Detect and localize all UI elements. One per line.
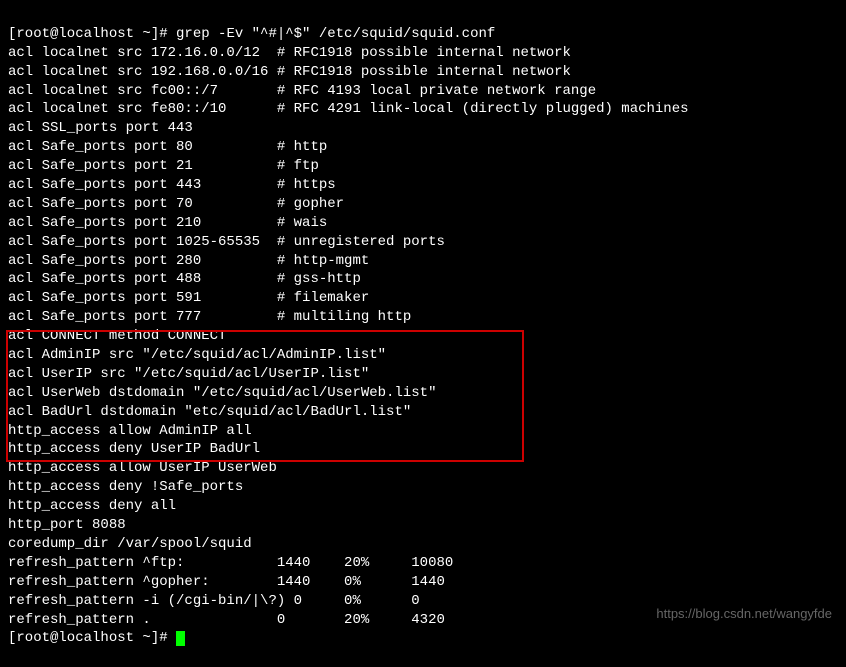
- output-line: acl UserIP src "/etc/squid/acl/UserIP.li…: [8, 365, 838, 384]
- output-line: acl Safe_ports port 280 # http-mgmt: [8, 252, 838, 271]
- command-line: [root@localhost ~]# grep -Ev "^#|^$" /et…: [8, 25, 838, 44]
- output-line: refresh_pattern ^gopher: 1440 0% 1440: [8, 573, 838, 592]
- output-line: acl Safe_ports port 70 # gopher: [8, 195, 838, 214]
- output-line: acl Safe_ports port 210 # wais: [8, 214, 838, 233]
- output-line: http_access allow AdminIP all: [8, 422, 838, 441]
- output-line: acl localnet src 192.168.0.0/16 # RFC191…: [8, 63, 838, 82]
- output-line: http_access deny all: [8, 497, 838, 516]
- output-line: acl localnet src 172.16.0.0/12 # RFC1918…: [8, 44, 838, 63]
- shell-prompt: [root@localhost ~]#: [8, 26, 176, 42]
- output-line: acl BadUrl dstdomain "etc/squid/acl/BadU…: [8, 403, 838, 422]
- output-line: acl Safe_ports port 488 # gss-http: [8, 270, 838, 289]
- output-line: acl Safe_ports port 21 # ftp: [8, 157, 838, 176]
- output-line: acl CONNECT method CONNECT: [8, 327, 838, 346]
- output-line: acl localnet src fc00::/7 # RFC 4193 loc…: [8, 82, 838, 101]
- shell-prompt: [root@localhost ~]#: [8, 630, 176, 646]
- output-line: http_access deny !Safe_ports: [8, 478, 838, 497]
- entered-command: grep -Ev "^#|^$" /etc/squid/squid.conf: [176, 26, 495, 42]
- output-line: http_port 8088: [8, 516, 838, 535]
- output-line: acl Safe_ports port 443 # https: [8, 176, 838, 195]
- cursor-icon: [176, 631, 185, 646]
- output-line: acl localnet src fe80::/10 # RFC 4291 li…: [8, 100, 838, 119]
- output-line: acl Safe_ports port 777 # multiling http: [8, 308, 838, 327]
- prompt-line[interactable]: [root@localhost ~]#: [8, 629, 838, 648]
- output-line: acl Safe_ports port 1025-65535 # unregis…: [8, 233, 838, 252]
- terminal-output: [root@localhost ~]# grep -Ev "^#|^$" /et…: [8, 6, 838, 667]
- watermark-text: https://blog.csdn.net/wangyfde: [656, 605, 832, 623]
- output-line: acl UserWeb dstdomain "/etc/squid/acl/Us…: [8, 384, 838, 403]
- output-line: http_access deny UserIP BadUrl: [8, 440, 838, 459]
- output-line: acl AdminIP src "/etc/squid/acl/AdminIP.…: [8, 346, 838, 365]
- output-line: http_access allow UserIP UserWeb: [8, 459, 838, 478]
- output-line: acl Safe_ports port 80 # http: [8, 138, 838, 157]
- output-line: acl SSL_ports port 443: [8, 119, 838, 138]
- output-line: refresh_pattern ^ftp: 1440 20% 10080: [8, 554, 838, 573]
- output-line: coredump_dir /var/spool/squid: [8, 535, 838, 554]
- output-line: acl Safe_ports port 591 # filemaker: [8, 289, 838, 308]
